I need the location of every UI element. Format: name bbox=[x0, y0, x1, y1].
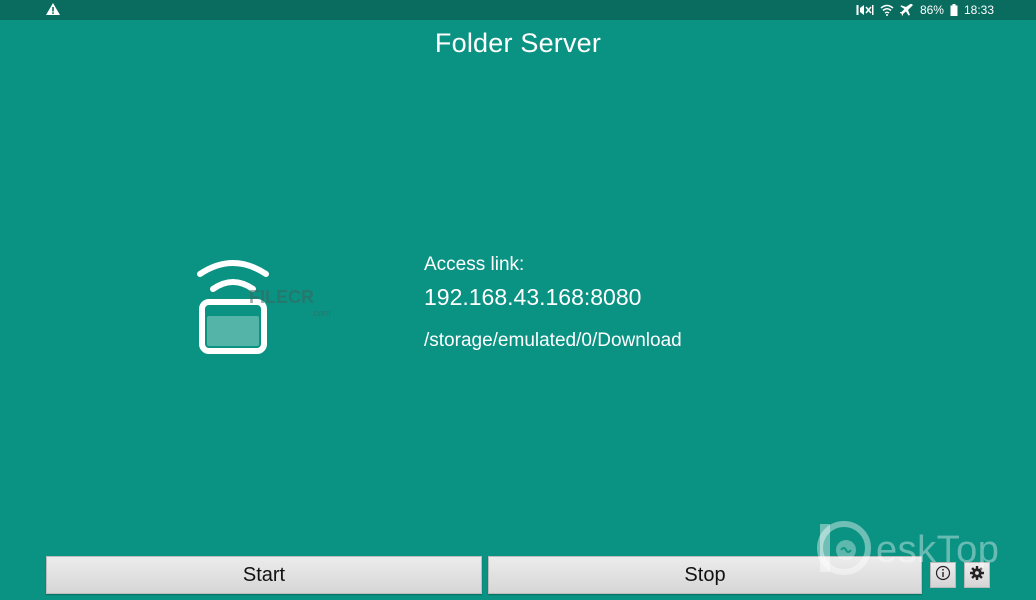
filecr-watermark: FILECR bbox=[249, 287, 314, 307]
warning-triangle-icon bbox=[46, 2, 60, 18]
info-icon bbox=[935, 565, 951, 586]
access-link-value: 192.168.43.168:8080 bbox=[424, 284, 642, 310]
stop-button[interactable]: Stop bbox=[488, 556, 922, 594]
mute-icon bbox=[856, 4, 874, 16]
app-screen: 86% 18:33 Folder Server FILECR .com Acce… bbox=[0, 0, 1036, 600]
status-left bbox=[0, 2, 60, 18]
battery-icon bbox=[950, 4, 958, 16]
airplane-icon bbox=[899, 4, 914, 16]
battery-level: 86% bbox=[919, 3, 944, 17]
clock: 18:33 bbox=[963, 3, 994, 17]
status-right: 86% 18:33 bbox=[856, 3, 1036, 17]
wifi-icon bbox=[880, 4, 894, 16]
gear-icon bbox=[969, 565, 985, 586]
page-title: Folder Server bbox=[434, 28, 602, 58]
start-button[interactable]: Start bbox=[46, 556, 482, 594]
settings-button[interactable] bbox=[964, 562, 990, 588]
folder-wifi-icon bbox=[193, 258, 273, 358]
access-link-label: Access link: bbox=[424, 254, 525, 275]
status-bar: 86% 18:33 bbox=[0, 0, 1036, 20]
filecr-watermark-domain: .com bbox=[311, 308, 331, 318]
storage-path: /storage/emulated/0/Download bbox=[424, 330, 682, 351]
info-button[interactable] bbox=[930, 562, 956, 588]
